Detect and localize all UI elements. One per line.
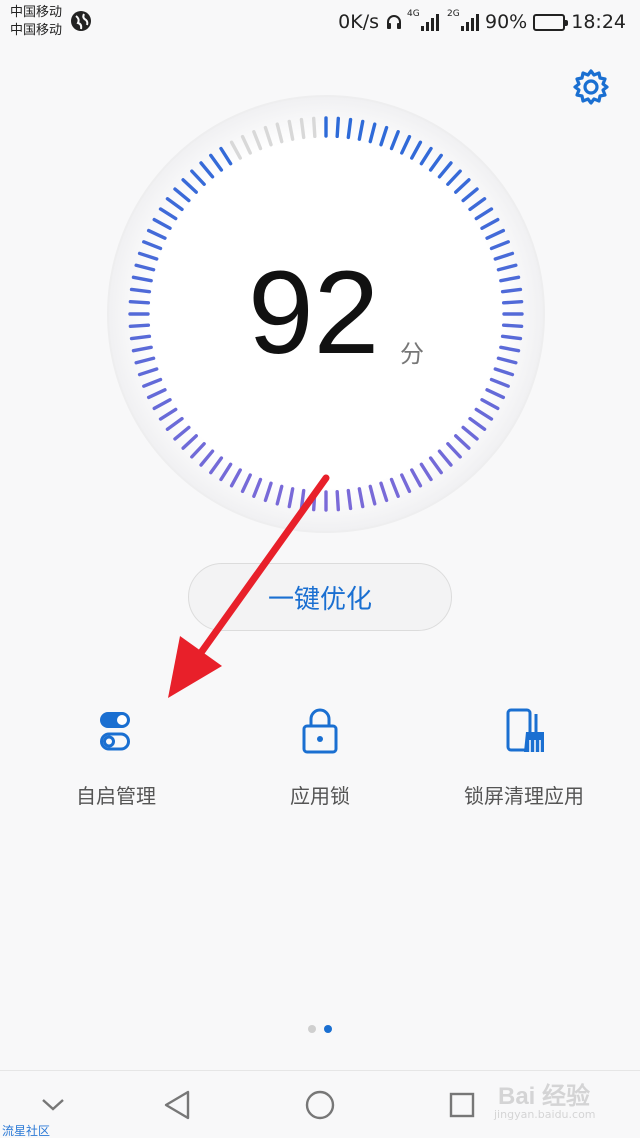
signal-2-icon: 2G	[447, 9, 479, 31]
gauge-tick-active	[500, 287, 523, 294]
page-dot-2[interactable]	[324, 1025, 332, 1033]
score-unit: 分	[400, 340, 424, 368]
feature-lockscreen-clean[interactable]: 锁屏清理应用	[424, 706, 624, 809]
feature-app-lock[interactable]: 应用锁	[220, 706, 420, 809]
carrier-labels: 中国移动 中国移动	[10, 4, 62, 40]
signal-1-icon: 4G	[407, 9, 439, 31]
gauge-tick-active	[129, 287, 152, 294]
globe-icon	[71, 11, 91, 31]
feature-autostart-label: 自启管理	[76, 784, 156, 808]
gauge-tick-active	[129, 334, 152, 341]
clock: 18:24	[571, 11, 626, 33]
gauge-tick-active	[128, 323, 151, 329]
chevron-down-icon[interactable]	[40, 1095, 66, 1113]
page-dot-1[interactable]	[308, 1025, 316, 1033]
red-arrow-annotation	[168, 474, 330, 698]
carrier-1: 中国移动	[10, 5, 63, 20]
gauge-tick-inactive	[311, 116, 317, 139]
feature-lockscreen-clean-label: 锁屏清理应用	[464, 784, 584, 808]
feature-autostart[interactable]: 自启管理	[16, 706, 216, 809]
home-icon[interactable]	[304, 1089, 336, 1121]
battery-icon	[533, 13, 569, 31]
signal-2-tag: 2G	[447, 9, 460, 19]
toggle-switch-icon	[100, 712, 130, 751]
gauge-tick-active	[128, 299, 151, 305]
carrier-2: 中国移动	[10, 23, 63, 38]
watermark-logo: Bai 经验	[498, 1083, 591, 1110]
gauge-tick-active	[335, 116, 341, 139]
score-value: 92	[248, 247, 380, 379]
gauge-tick-active	[501, 299, 524, 305]
page-indicator	[0, 1025, 640, 1033]
gauge-tick-active	[501, 323, 524, 329]
watermark-baidu: Bai 经验 jingyan.baidu.com	[490, 1070, 640, 1126]
back-icon[interactable]	[162, 1089, 192, 1121]
headset-icon	[387, 15, 401, 29]
phone-broom-icon	[506, 708, 544, 752]
padlock-icon	[302, 708, 338, 754]
gauge-tick-active	[346, 117, 353, 140]
gear-icon[interactable]	[572, 68, 610, 106]
recents-icon[interactable]	[448, 1091, 476, 1119]
battery-percent: 90%	[485, 11, 528, 33]
status-indicators: 0K/s 4G 2G 90% 18:24	[338, 8, 626, 36]
status-bar: 中国移动 中国移动 0K/s 4G 2G 90% 18:24	[0, 0, 640, 46]
gauge-tick-inactive	[299, 117, 306, 140]
watermark-community: 流星社区	[2, 1124, 51, 1138]
gauge-tick-active	[500, 334, 523, 341]
feature-app-lock-label: 应用锁	[290, 784, 350, 808]
net-speed: 0K/s	[338, 11, 379, 33]
signal-1-tag: 4G	[407, 9, 420, 19]
watermark-url: jingyan.baidu.com	[494, 1108, 596, 1121]
